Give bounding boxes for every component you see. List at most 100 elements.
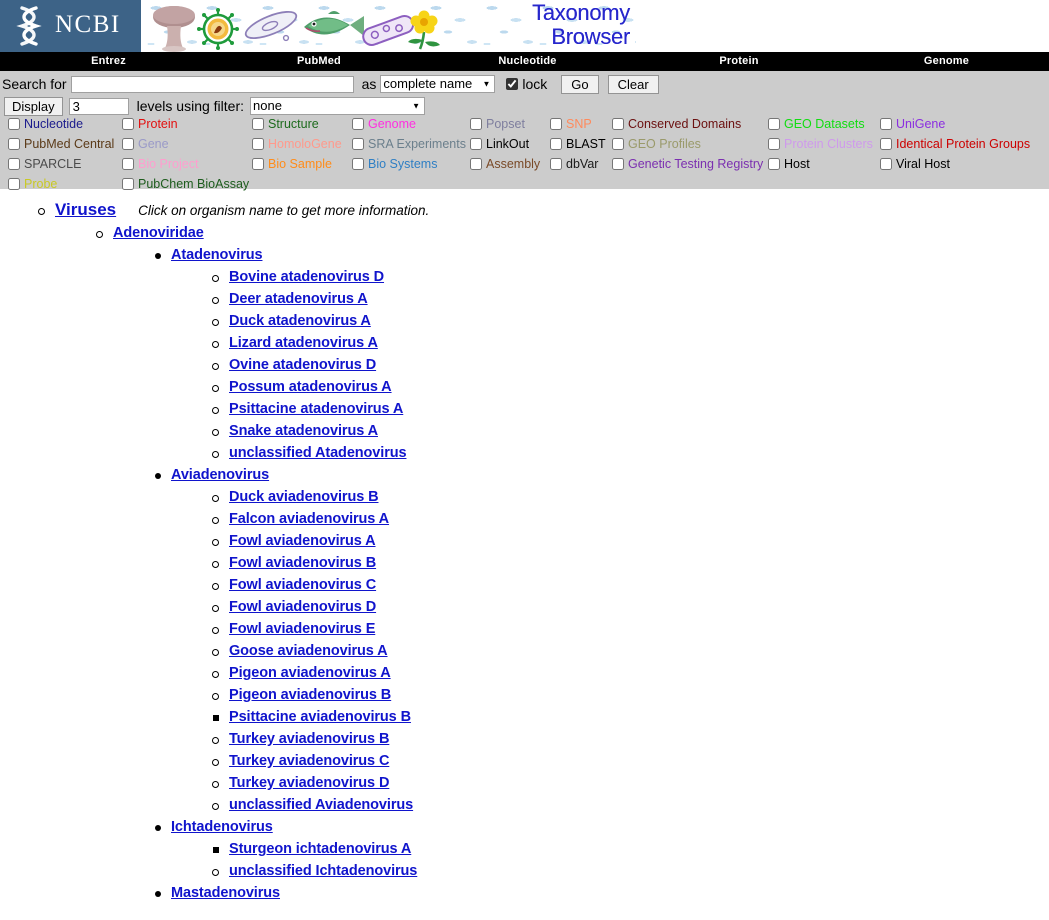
tax-link[interactable]: unclassified Atadenovirus <box>229 445 407 461</box>
db-checkbox-viral-host[interactable] <box>880 158 892 170</box>
db-checkbox-genetic-testing-registry[interactable] <box>612 158 624 170</box>
tax-link[interactable]: unclassified Aviadenovirus <box>229 797 413 813</box>
ncbi-logo[interactable]: NCBI <box>0 0 141 52</box>
db-filter-pubmed-central[interactable]: PubMed Central <box>8 137 114 151</box>
tax-link[interactable]: Ovine atadenovirus D <box>229 357 376 373</box>
nav-item-nucleotide[interactable]: Nucleotide <box>421 52 634 71</box>
tax-link[interactable]: Falcon aviadenovirus A <box>229 511 389 527</box>
tax-link[interactable]: Pigeon aviadenovirus B <box>229 687 391 703</box>
db-filter-genome[interactable]: Genome <box>352 117 416 131</box>
db-filter-sra-experiments[interactable]: SRA Experiments <box>352 137 466 151</box>
tax-link[interactable]: Fowl aviadenovirus B <box>229 555 376 571</box>
tax-link[interactable]: Sturgeon ichtadenovirus A <box>229 841 411 857</box>
nav-item-pubmed[interactable]: PubMed <box>217 52 421 71</box>
db-filter-homologene[interactable]: HomoloGene <box>252 137 342 151</box>
name-mode-select[interactable]: complete name <box>380 74 496 93</box>
tax-link[interactable]: Mastadenovirus <box>171 885 280 901</box>
db-filter-sparcle[interactable]: SPARCLE <box>8 157 81 171</box>
db-filter-dbvar[interactable]: dbVar <box>550 157 598 171</box>
db-checkbox-homologene[interactable] <box>252 138 264 150</box>
db-checkbox-blast[interactable] <box>550 138 562 150</box>
db-checkbox-pubmed-central[interactable] <box>8 138 20 150</box>
db-filter-unigene[interactable]: UniGene <box>880 117 945 131</box>
tax-link[interactable]: Adenoviridae <box>113 225 204 241</box>
levels-input[interactable] <box>68 97 129 115</box>
db-checkbox-unigene[interactable] <box>880 118 892 130</box>
db-filter-bio-project[interactable]: Bio Project <box>122 157 198 171</box>
tax-link[interactable]: Fowl aviadenovirus D <box>229 599 376 615</box>
tax-link[interactable]: Fowl aviadenovirus C <box>229 577 376 593</box>
db-checkbox-probe[interactable] <box>8 178 20 190</box>
db-checkbox-pubchem-bioassay[interactable] <box>122 178 134 190</box>
tax-link[interactable]: Duck aviadenovirus B <box>229 489 379 505</box>
tax-link[interactable]: Fowl aviadenovirus A <box>229 533 376 549</box>
db-checkbox-dbvar[interactable] <box>550 158 562 170</box>
filter-select[interactable]: none <box>250 96 426 115</box>
db-checkbox-bio-systems[interactable] <box>352 158 364 170</box>
db-checkbox-popset[interactable] <box>470 118 482 130</box>
db-checkbox-bio-project[interactable] <box>122 158 134 170</box>
db-checkbox-protein[interactable] <box>122 118 134 130</box>
display-button[interactable]: Display <box>4 96 63 116</box>
db-checkbox-genome[interactable] <box>352 118 364 130</box>
tax-link[interactable]: unclassified Ichtadenovirus <box>229 863 417 879</box>
tax-link[interactable]: Pigeon aviadenovirus A <box>229 665 391 681</box>
db-checkbox-bio-sample[interactable] <box>252 158 264 170</box>
db-filter-assembly[interactable]: Assembly <box>470 157 540 171</box>
search-input[interactable] <box>70 75 354 93</box>
db-filter-protein-clusters[interactable]: Protein Clusters <box>768 137 873 151</box>
db-checkbox-protein-clusters[interactable] <box>768 138 780 150</box>
db-checkbox-host[interactable] <box>768 158 780 170</box>
tax-link[interactable]: Psittacine aviadenovirus B <box>229 709 411 725</box>
tax-link[interactable]: Bovine atadenovirus D <box>229 269 384 285</box>
db-filter-gene[interactable]: Gene <box>122 137 169 151</box>
db-checkbox-conserved-domains[interactable] <box>612 118 624 130</box>
db-checkbox-identical-protein-groups[interactable] <box>880 138 892 150</box>
tax-link[interactable]: Atadenovirus <box>171 247 263 263</box>
db-filter-blast[interactable]: BLAST <box>550 137 606 151</box>
db-filter-conserved-domains[interactable]: Conserved Domains <box>612 117 741 131</box>
db-filter-geo-profiles[interactable]: GEO Profiles <box>612 137 701 151</box>
tax-link[interactable]: Ichtadenovirus <box>171 819 273 835</box>
tax-link[interactable]: Turkey aviadenovirus C <box>229 753 389 769</box>
db-checkbox-sra-experiments[interactable] <box>352 138 364 150</box>
db-checkbox-sparcle[interactable] <box>8 158 20 170</box>
db-filter-bio-systems[interactable]: Bio Systems <box>352 157 437 171</box>
db-checkbox-assembly[interactable] <box>470 158 482 170</box>
go-button[interactable]: Go <box>561 74 599 94</box>
nav-item-protein[interactable]: Protein <box>634 52 844 71</box>
tax-link[interactable]: Possum atadenovirus A <box>229 379 392 395</box>
db-filter-structure[interactable]: Structure <box>252 117 319 131</box>
db-checkbox-geo-profiles[interactable] <box>612 138 624 150</box>
lock-checkbox[interactable] <box>506 78 519 90</box>
tax-link[interactable]: Duck atadenovirus A <box>229 313 371 329</box>
tax-link[interactable]: Turkey aviadenovirus B <box>229 731 389 747</box>
db-checkbox-geo-datasets[interactable] <box>768 118 780 130</box>
db-filter-identical-protein-groups[interactable]: Identical Protein Groups <box>880 137 1030 151</box>
clear-button[interactable]: Clear <box>607 74 659 94</box>
tax-link[interactable]: Goose aviadenovirus A <box>229 643 388 659</box>
tax-link[interactable]: Lizard atadenovirus A <box>229 335 378 351</box>
tax-link[interactable]: Aviadenovirus <box>171 467 269 483</box>
db-filter-snp[interactable]: SNP <box>550 117 592 131</box>
tax-link[interactable]: Turkey aviadenovirus D <box>229 775 389 791</box>
db-checkbox-structure[interactable] <box>252 118 264 130</box>
db-filter-protein[interactable]: Protein <box>122 117 178 131</box>
db-filter-genetic-testing-registry[interactable]: Genetic Testing Registry <box>612 157 763 171</box>
db-filter-nucleotide[interactable]: Nucleotide <box>8 117 83 131</box>
db-filter-host[interactable]: Host <box>768 157 810 171</box>
db-filter-geo-datasets[interactable]: GEO Datasets <box>768 117 865 131</box>
tax-link[interactable]: Snake atadenovirus A <box>229 423 378 439</box>
db-filter-pubchem-bioassay[interactable]: PubChem BioAssay <box>122 177 249 191</box>
db-filter-bio-sample[interactable]: Bio Sample <box>252 157 332 171</box>
db-checkbox-snp[interactable] <box>550 118 562 130</box>
tax-link[interactable]: Viruses <box>55 200 116 219</box>
db-checkbox-nucleotide[interactable] <box>8 118 20 130</box>
nav-item-genome[interactable]: Genome <box>844 52 1049 71</box>
tax-link[interactable]: Fowl aviadenovirus E <box>229 621 375 637</box>
db-checkbox-gene[interactable] <box>122 138 134 150</box>
db-filter-linkout[interactable]: LinkOut <box>470 137 529 151</box>
tax-link[interactable]: Deer atadenovirus A <box>229 291 368 307</box>
db-filter-viral-host[interactable]: Viral Host <box>880 157 950 171</box>
tax-link[interactable]: Psittacine atadenovirus A <box>229 401 403 417</box>
